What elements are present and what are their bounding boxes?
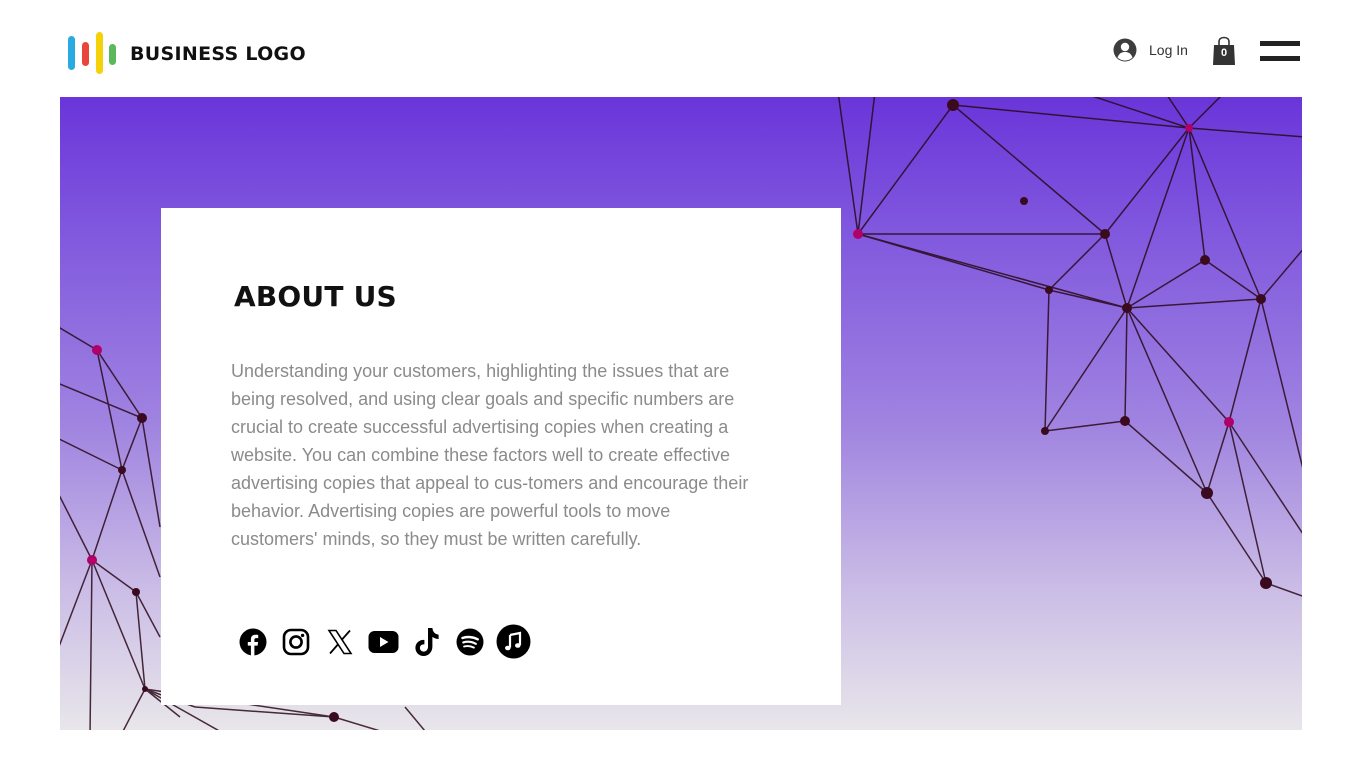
cart-count: 0	[1220, 47, 1228, 59]
network-edge	[1104, 233, 1128, 309]
social-bar	[235, 624, 540, 659]
network-node	[1256, 294, 1266, 304]
tiktok-link[interactable]	[409, 624, 444, 659]
cart-button[interactable]: 0	[1211, 36, 1237, 66]
network-edge	[1126, 307, 1230, 423]
network-edge	[1260, 298, 1302, 468]
network-edge	[333, 716, 380, 730]
network-edge	[121, 469, 161, 578]
music-note-icon	[496, 624, 531, 659]
network-edge	[1260, 249, 1302, 300]
network-edge	[141, 417, 161, 528]
logo-mark-icon	[66, 32, 118, 76]
network-edge	[1126, 307, 1208, 494]
about-body-text: Understanding your customers, highlighti…	[231, 361, 749, 549]
network-node	[1224, 417, 1234, 427]
youtube-link[interactable]	[366, 624, 401, 659]
network-edge	[122, 688, 146, 730]
logo-text: BUSINESS LOGO	[130, 43, 306, 65]
network-edge	[1048, 233, 1106, 291]
network-node	[1020, 197, 1028, 205]
network-edge	[1206, 421, 1230, 494]
network-node	[329, 712, 339, 722]
network-edge	[404, 706, 426, 730]
network-node	[142, 686, 148, 692]
network-edge	[60, 559, 93, 646]
network-edge	[1206, 492, 1267, 584]
network-node	[1200, 255, 1210, 265]
network-edge	[60, 438, 123, 471]
login-button[interactable]: Log In	[1113, 38, 1188, 62]
instagram-icon	[282, 628, 310, 655]
about-title: ABOUT US	[234, 280, 397, 313]
network-edge	[194, 706, 335, 718]
apple-music-link[interactable]	[496, 624, 531, 659]
network-node	[137, 413, 147, 423]
menu-bar	[1260, 41, 1300, 46]
network-node	[1201, 487, 1213, 499]
network-edge	[857, 233, 1128, 309]
x-icon	[327, 629, 352, 654]
network-edge	[1126, 298, 1262, 309]
business-logo[interactable]: BUSINESS LOGO	[66, 32, 306, 76]
network-edge	[1104, 127, 1190, 235]
network-edge	[60, 327, 98, 351]
login-label: Log In	[1149, 42, 1188, 58]
instagram-link[interactable]	[279, 624, 314, 659]
network-edge	[837, 97, 859, 235]
facebook-link[interactable]	[235, 624, 270, 659]
network-edge	[89, 559, 93, 730]
network-edge	[1044, 307, 1128, 432]
user-avatar-icon	[1113, 38, 1137, 62]
network-edge	[1124, 420, 1208, 494]
youtube-icon	[368, 630, 398, 653]
site-header: BUSINESS LOGO Log In 0	[0, 0, 1360, 97]
network-edge	[1048, 289, 1128, 309]
network-node	[947, 99, 959, 111]
network-node	[1122, 303, 1132, 313]
network-node	[1045, 286, 1053, 294]
network-edge	[1124, 307, 1128, 422]
network-edge	[1188, 127, 1302, 138]
hamburger-menu-button[interactable]	[1260, 39, 1300, 63]
facebook-icon	[239, 628, 266, 656]
network-node	[853, 229, 863, 239]
network-edge	[1188, 97, 1222, 129]
network-node	[132, 588, 140, 596]
network-edge	[1126, 259, 1206, 309]
network-edge	[1044, 289, 1050, 432]
tiktok-icon	[414, 627, 439, 656]
network-node	[1185, 124, 1193, 132]
spotify-link[interactable]	[453, 624, 488, 659]
network-edge	[1228, 298, 1262, 423]
network-edge	[1228, 421, 1267, 584]
network-edge	[1126, 127, 1190, 309]
network-node	[1100, 229, 1110, 239]
about-card: ABOUT US Understanding your customers, h…	[161, 208, 841, 705]
network-node	[118, 466, 126, 474]
spotify-icon	[456, 628, 484, 655]
network-edge	[60, 495, 93, 561]
network-edge	[91, 469, 123, 561]
network-node	[92, 345, 102, 355]
network-edge	[1044, 420, 1126, 432]
network-edge	[857, 104, 954, 235]
x-link[interactable]	[322, 624, 357, 659]
menu-bar	[1260, 56, 1300, 61]
network-node	[87, 555, 97, 565]
network-node	[1260, 577, 1272, 589]
network-edge	[1228, 421, 1302, 534]
network-edge	[121, 417, 143, 471]
network-node	[1120, 416, 1130, 426]
network-edge	[952, 104, 1106, 235]
network-node	[1041, 427, 1049, 435]
